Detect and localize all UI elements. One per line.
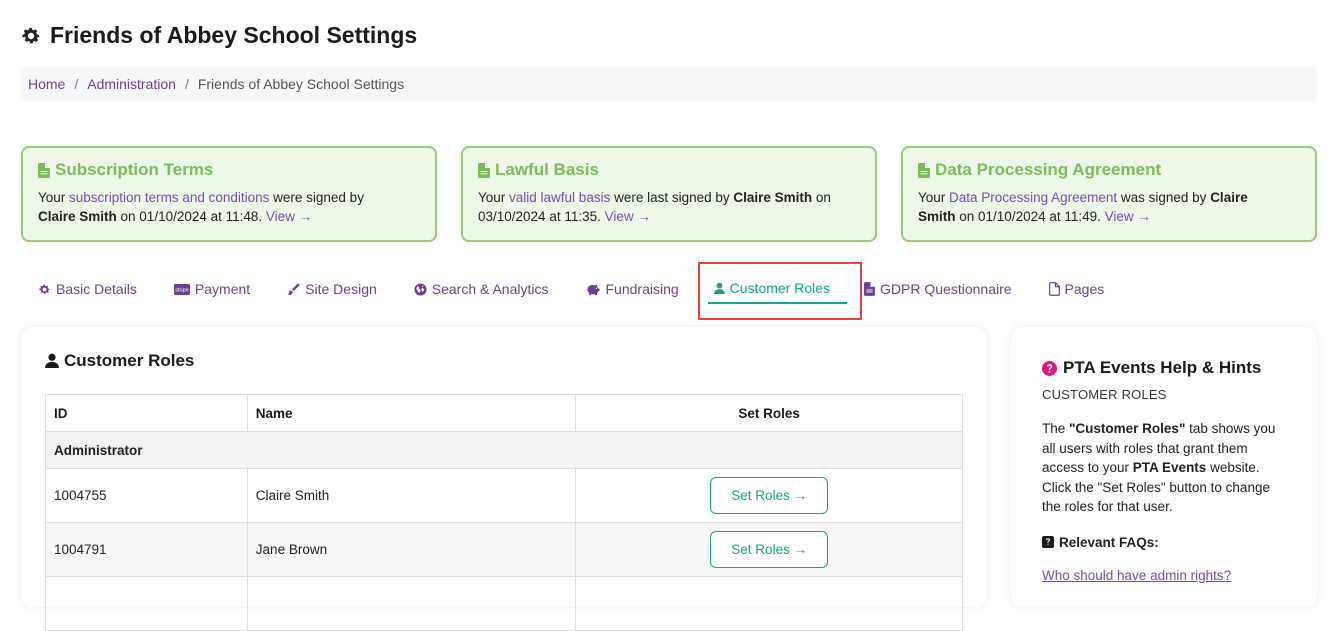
tab-fundraising[interactable]: Fundraising <box>576 262 689 304</box>
file-icon <box>1048 282 1060 296</box>
question-circle-icon <box>1042 360 1057 376</box>
card-body: Your valid lawful basis were last signed… <box>478 190 831 224</box>
breadcrumb-current: Friends of Abbey School Settings <box>197 76 405 92</box>
card-body: Your subscription terms and conditions w… <box>38 190 364 224</box>
settings-tabs: Basic Details stripe Payment Site Design… <box>28 262 1131 306</box>
breadcrumb-separator: / <box>74 76 79 92</box>
tab-payment[interactable]: stripe Payment <box>164 262 260 304</box>
group-label: Administrator <box>45 431 963 469</box>
card-body: Your Data Processing Agreement was signe… <box>918 190 1248 224</box>
page-title: Friends of Abbey School Settings <box>20 22 417 49</box>
tab-gdpr-questionnaire[interactable]: GDPR Questionnaire <box>864 262 1022 304</box>
row-id: 1004755 <box>45 468 248 523</box>
breadcrumb-home[interactable]: Home <box>28 76 65 92</box>
table-header: ID Name Set Roles <box>45 394 963 432</box>
help-title: PTA Events Help & Hints <box>1042 358 1286 378</box>
row-name: Claire Smith <box>246 468 577 523</box>
svg-text:stripe: stripe <box>175 287 188 293</box>
customer-roles-table: ID Name Set Roles Administrator 1004755 … <box>45 394 963 631</box>
brush-icon <box>288 283 300 295</box>
subscription-terms-link[interactable]: subscription terms and conditions <box>69 190 269 205</box>
card-title: Data Processing Agreement <box>918 160 1300 180</box>
view-link[interactable]: View → <box>605 209 651 224</box>
card-title: Subscription Terms <box>38 160 420 180</box>
help-subtitle: CUSTOMER ROLES <box>1042 387 1167 402</box>
table-row: 1004791 Jane Brown Set Roles → <box>45 522 963 577</box>
row-id: 1004791 <box>45 522 248 577</box>
column-set-roles: Set Roles <box>575 394 963 432</box>
document-icon <box>478 162 490 178</box>
breadcrumb: Home / Administration / Friends of Abbey… <box>21 66 1317 102</box>
piggy-bank-icon <box>586 284 599 295</box>
page-title-text: Friends of Abbey School Settings <box>50 22 418 48</box>
data-processing-agreement-link[interactable]: Data Processing Agreement <box>949 190 1117 205</box>
faq-heading: Relevant FAQs: <box>1042 535 1286 550</box>
document-icon <box>864 282 876 296</box>
row-name: Jane Brown <box>246 522 577 577</box>
set-roles-button[interactable]: Set Roles → <box>710 531 829 568</box>
view-link[interactable]: View → <box>1105 209 1151 224</box>
card-title: Lawful Basis <box>478 160 860 180</box>
table-row <box>45 576 963 631</box>
table-group-row: Administrator <box>45 431 963 469</box>
tab-search-analytics[interactable]: Search & Analytics <box>404 262 559 304</box>
table-row: 1004755 Claire Smith Set Roles → <box>45 468 963 523</box>
lawful-basis-card: Lawful Basis Your valid lawful basis wer… <box>461 146 877 242</box>
tab-pages[interactable]: Pages <box>1039 262 1115 304</box>
tab-basic-details[interactable]: Basic Details <box>28 262 147 304</box>
breadcrumb-separator: / <box>184 76 189 92</box>
help-panel: PTA Events Help & Hints CUSTOMER ROLES T… <box>1011 327 1317 607</box>
customer-roles-panel: Customer Roles ID Name Set Roles Adminis… <box>21 327 987 631</box>
gear-icon <box>39 284 50 294</box>
tab-site-design[interactable]: Site Design <box>277 262 387 304</box>
question-square-icon <box>1042 536 1054 548</box>
subscription-terms-card: Subscription Terms Your subscription ter… <box>21 146 437 242</box>
stripe-icon: stripe <box>173 283 190 295</box>
data-processing-agreement-card: Data Processing Agreement Your Data Proc… <box>901 146 1317 242</box>
faq-link[interactable]: Who should have admin rights? <box>1042 568 1286 583</box>
breadcrumb-administration[interactable]: Administration <box>87 76 176 92</box>
column-name: Name <box>246 394 577 432</box>
set-roles-button[interactable]: Set Roles → <box>710 477 829 514</box>
user-icon <box>45 353 59 368</box>
document-icon <box>918 162 930 178</box>
active-tab-highlight <box>698 262 862 320</box>
panel-title: Customer Roles <box>45 351 194 371</box>
lawful-basis-link[interactable]: valid lawful basis <box>509 190 610 205</box>
globe-icon <box>414 282 427 296</box>
gear-icon <box>22 27 40 43</box>
column-id: ID <box>45 394 248 432</box>
help-text: The "Customer Roles" tab shows you all u… <box>1042 421 1276 514</box>
document-icon <box>38 162 50 178</box>
view-link[interactable]: View → <box>266 209 312 224</box>
